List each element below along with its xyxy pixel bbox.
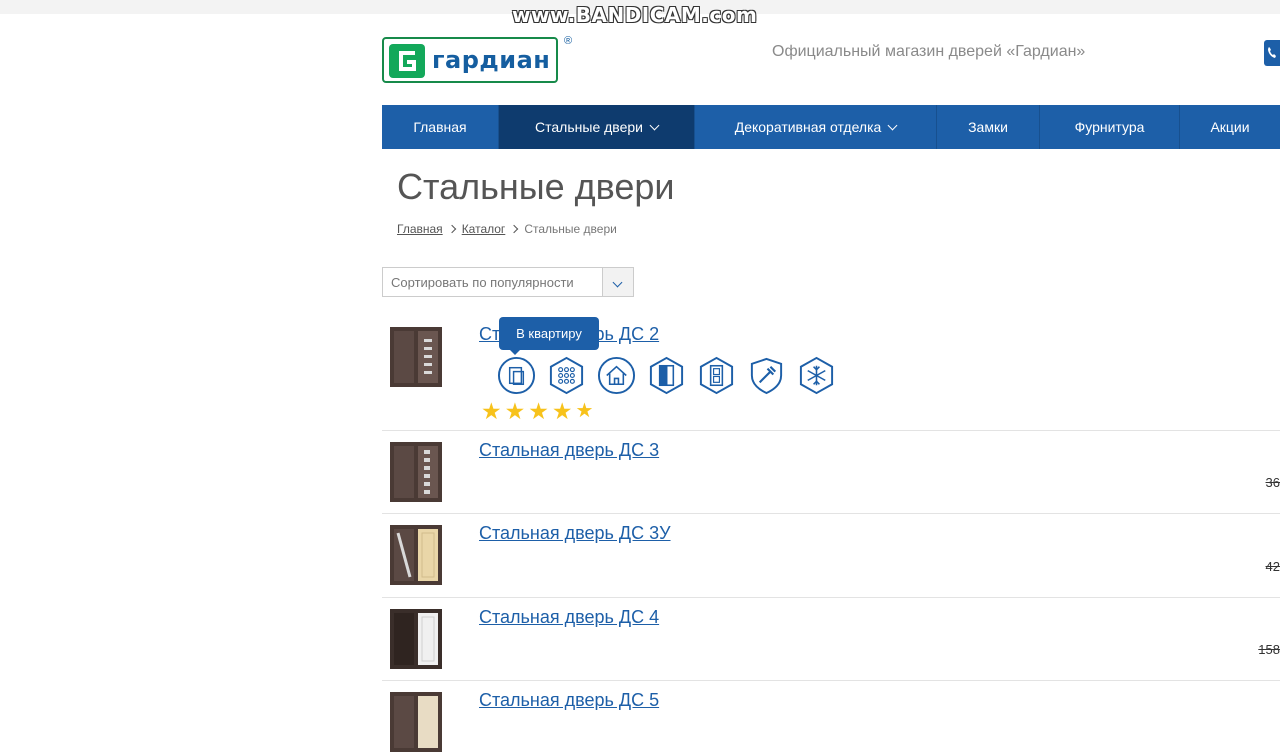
chevron-right-icon [447,224,456,234]
nav-item-hardware[interactable]: Фурнитура [1040,105,1180,149]
nav-item-decor[interactable]: Декоративная отделка [695,105,937,149]
breadcrumb: Главная Каталог Стальные двери [397,222,617,236]
product-title-link[interactable]: Стальная дверь ДС 3 [479,440,659,461]
nav-item-label: Акции [1210,119,1250,135]
chevron-down-icon [612,277,623,288]
panel-pattern-icon[interactable] [547,356,586,395]
door-thumbnail[interactable] [388,523,444,587]
rating-stars: ★ ★ ★ ★ ★ [481,399,593,423]
breadcrumb-link-catalog[interactable]: Каталог [462,222,506,236]
nav-item-locks[interactable]: Замки [937,105,1040,149]
feature-tooltip: В квартиру [499,317,599,350]
nav-item-steel-doors[interactable]: Стальные двери [499,105,695,149]
divider [382,513,1280,514]
page-title: Стальные двери [397,166,675,207]
nav-item-home[interactable]: Главная [382,105,499,149]
door-panel-icon[interactable] [697,356,736,395]
product-title-link[interactable]: Стальная дверь ДС 4 [479,607,659,628]
watermark: www.BANDICAM.com [512,3,758,27]
nav-item-label: Стальные двери [535,119,643,135]
product-title-link[interactable]: Стальная дверь ДС 3У [479,523,671,544]
breadcrumb-current: Стальные двери [524,222,617,236]
apartment-icon[interactable] [497,356,536,395]
star-icon: ★ [575,400,594,422]
logo-box: гардиан [382,37,558,83]
house-icon[interactable] [597,356,636,395]
logo-text: гардиан [432,46,551,74]
main-nav: Главная Стальные двери Декоративная отде… [382,105,1280,149]
product-title-link[interactable]: Стальная дверь ДС 5 [479,690,659,711]
tooltip-arrow [509,349,521,355]
chevron-down-icon [649,120,660,130]
nav-item-label: Замки [968,119,1008,135]
logo-registered-mark: ® [564,35,573,47]
chevron-right-icon [510,224,519,234]
nav-item-label: Главная [413,119,467,135]
door-icon[interactable] [647,356,686,395]
door-thumbnail[interactable] [388,690,444,754]
divider [382,430,1280,431]
door-thumbnail[interactable] [388,440,444,504]
door-thumbnail[interactable] [388,325,444,389]
header-tagline: Официальный магазин дверей «Гардиан» [772,43,1086,60]
sort-select-value: Сортировать по популярности [391,275,574,290]
phone-icon[interactable] [1264,40,1280,66]
nav-item-label: Фурнитура [1074,119,1145,135]
nav-item-label: Декоративная отделка [734,119,882,135]
product-old-price: 158 [1258,642,1280,657]
nav-item-sales[interactable]: Акции [1180,105,1280,149]
star-icon: ★ [551,398,573,424]
logo[interactable]: гардиан ® [382,35,572,85]
feature-icons [497,356,836,395]
logo-g-icon [389,44,425,78]
star-icon: ★ [528,398,549,424]
star-icon: ★ [504,398,526,424]
sort-dropdown-button[interactable] [602,268,633,296]
divider [382,597,1280,598]
divider [382,680,1280,681]
chevron-down-icon [887,120,898,130]
door-thumbnail[interactable] [388,607,444,671]
star-icon: ★ [481,398,502,424]
breadcrumb-link-home[interactable]: Главная [397,222,443,236]
product-old-price: 36 [1265,475,1280,490]
shield-hammer-icon[interactable] [747,356,786,395]
product-old-price: 42 [1265,559,1280,574]
snowflake-icon[interactable] [797,356,836,395]
sort-select[interactable]: Сортировать по популярности [382,267,634,297]
